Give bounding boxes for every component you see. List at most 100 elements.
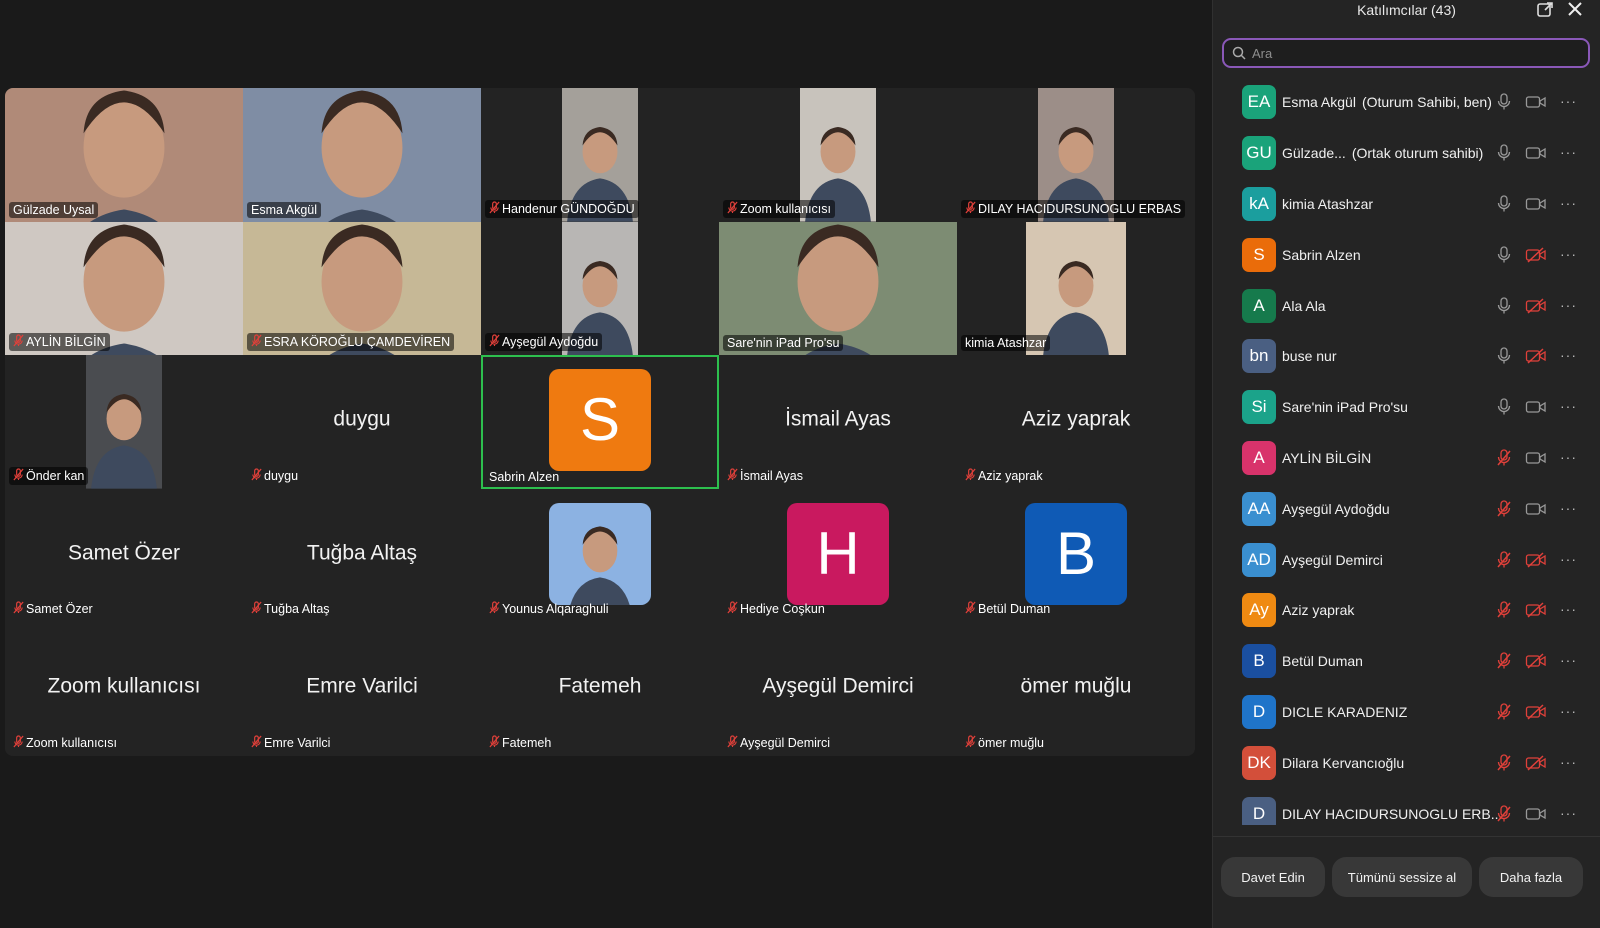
participants-panel: Katılımcılar (43) EAEsma Akgül(Oturum Sa… xyxy=(1212,0,1600,928)
participant-tile[interactable]: Esma Akgül xyxy=(243,88,481,222)
more-options-icon[interactable]: ··· xyxy=(1560,551,1577,567)
tile-name: Ayşegül Aydoğdu xyxy=(502,335,599,350)
participant-tile[interactable]: ömer muğlu ömer muğlu xyxy=(957,622,1195,756)
more-options-icon[interactable]: ··· xyxy=(1560,449,1577,465)
participant-name-text: Sare'nin iPad Pro'su xyxy=(1282,399,1408,416)
more-options-icon[interactable]: ··· xyxy=(1560,703,1577,719)
microphone-icon[interactable] xyxy=(1496,144,1512,162)
more-options-icon[interactable]: ··· xyxy=(1560,754,1577,770)
search-box[interactable] xyxy=(1222,38,1590,68)
participant-row[interactable]: AA Ayşegül Aydoğdu ··· xyxy=(1213,483,1600,534)
participant-row[interactable]: Ay Aziz yaprak ··· xyxy=(1213,585,1600,636)
participant-tile[interactable]: AYLİN BİLGİN xyxy=(5,221,243,356)
more-options-icon[interactable]: ··· xyxy=(1560,144,1577,160)
camera-off-icon[interactable] xyxy=(1525,704,1547,720)
participant-tile[interactable]: Tuğba Altaş Tuğba Altaş xyxy=(243,488,481,623)
participant-tile[interactable]: Gülzade Uysal xyxy=(5,88,243,222)
participant-tile[interactable]: ESRA KÖROĞLU ÇAMDEVİREN xyxy=(243,221,481,356)
camera-off-icon[interactable] xyxy=(1525,755,1547,771)
camera-off-icon[interactable] xyxy=(1525,552,1547,568)
camera-icon[interactable] xyxy=(1525,806,1547,822)
more-options-icon[interactable]: ··· xyxy=(1560,94,1577,110)
camera-off-icon[interactable] xyxy=(1525,348,1547,364)
camera-off-icon[interactable] xyxy=(1525,602,1547,618)
more-button[interactable]: Daha fazla xyxy=(1479,857,1583,897)
search-input[interactable] xyxy=(1252,45,1572,61)
participant-tile[interactable]: Samet Özer Samet Özer xyxy=(5,488,243,623)
participant-tile[interactable]: Younus Alqaraghuli xyxy=(481,488,719,623)
camera-off-icon[interactable] xyxy=(1525,247,1547,263)
microphone-icon[interactable] xyxy=(1496,296,1512,315)
participant-tile[interactable]: kimia Atashzar xyxy=(957,221,1195,356)
participant-row[interactable]: D DICLE KARADENIZ ··· xyxy=(1213,687,1600,738)
participant-tile[interactable]: S Sabrin Alzen xyxy=(481,355,719,489)
participant-avatar: EA xyxy=(1242,85,1276,120)
participant-name-text: Gülzade... xyxy=(1282,145,1346,162)
microphone-muted-icon[interactable] xyxy=(1496,703,1512,721)
participant-tile[interactable]: duygu duygu xyxy=(243,355,481,489)
camera-icon[interactable] xyxy=(1525,501,1547,517)
participant-tile[interactable]: DILAY HACIDURSUNOGLU ERBAS xyxy=(957,88,1195,222)
microphone-icon[interactable] xyxy=(1496,398,1512,416)
camera-icon[interactable] xyxy=(1525,94,1547,110)
participant-tile[interactable]: İsmail Ayas İsmail Ayas xyxy=(719,355,957,489)
microphone-muted-icon[interactable] xyxy=(1496,550,1512,569)
microphone-muted-icon[interactable] xyxy=(1496,500,1512,518)
microphone-muted-icon[interactable] xyxy=(1496,652,1512,670)
more-options-icon[interactable]: ··· xyxy=(1560,348,1577,364)
participant-row[interactable]: A Ala Ala ··· xyxy=(1213,280,1600,331)
more-options-icon[interactable]: ··· xyxy=(1560,297,1577,313)
microphone-icon[interactable] xyxy=(1496,195,1512,213)
participant-tile[interactable]: Zoom kullanıcısı xyxy=(719,88,957,222)
mic-muted-icon xyxy=(251,334,262,350)
participant-row[interactable]: A AYLİN BİLGİN ··· xyxy=(1213,433,1600,484)
microphone-muted-icon[interactable] xyxy=(1496,754,1512,772)
participant-tile[interactable]: B Betül Duman xyxy=(957,488,1195,623)
participant-row[interactable]: EA Esma Akgül (Oturum Sahibi, ben) ··· xyxy=(1213,77,1600,128)
camera-icon[interactable] xyxy=(1525,450,1547,466)
participant-row[interactable]: Si Sare'nin iPad Pro'su ··· xyxy=(1213,382,1600,433)
participant-tile[interactable]: Ayşegül Aydoğdu xyxy=(481,221,719,356)
participant-tile[interactable]: Zoom kullanıcısı Zoom kullanıcısı xyxy=(5,622,243,756)
participant-tile[interactable]: Ayşegül Demirci Ayşegül Demirci xyxy=(719,622,957,756)
mic-muted-icon xyxy=(727,200,738,217)
mute-all-button[interactable]: Tümünü sessize al xyxy=(1332,857,1472,897)
participant-row[interactable]: bn buse nur ··· xyxy=(1213,331,1600,382)
more-options-icon[interactable]: ··· xyxy=(1560,652,1577,668)
participant-tile[interactable]: Aziz yaprak Aziz yaprak xyxy=(957,355,1195,489)
participant-row[interactable]: DK Dilara Kervancıoğlu ··· xyxy=(1213,737,1600,788)
participant-row[interactable]: AD Ayşegül Demirci ··· xyxy=(1213,534,1600,585)
participant-tile[interactable]: Önder kan xyxy=(5,355,243,489)
video-feed xyxy=(72,355,176,489)
camera-off-icon[interactable] xyxy=(1525,298,1547,314)
participant-row[interactable]: D DILAY HACIDURSUNOGLU ERB... ··· xyxy=(1213,788,1600,825)
participant-row[interactable]: S Sabrin Alzen ··· xyxy=(1213,229,1600,280)
popout-icon[interactable] xyxy=(1536,1,1554,19)
camera-off-icon[interactable] xyxy=(1525,653,1547,669)
more-options-icon[interactable]: ··· xyxy=(1560,398,1577,414)
microphone-muted-icon[interactable] xyxy=(1496,804,1512,823)
close-icon[interactable] xyxy=(1566,0,1584,18)
more-options-icon[interactable]: ··· xyxy=(1560,805,1577,821)
participant-tile[interactable]: H Hediye Coşkun xyxy=(719,488,957,623)
camera-icon[interactable] xyxy=(1525,145,1547,161)
invite-button[interactable]: Davet Edin xyxy=(1221,857,1325,897)
more-options-icon[interactable]: ··· xyxy=(1560,602,1577,618)
microphone-muted-icon[interactable] xyxy=(1496,601,1512,619)
microphone-muted-icon[interactable] xyxy=(1496,449,1512,467)
microphone-icon[interactable] xyxy=(1496,347,1512,365)
participant-tile[interactable]: Fatemeh Fatemeh xyxy=(481,622,719,756)
participant-tile[interactable]: Sare'nin iPad Pro'su xyxy=(719,221,957,356)
camera-icon[interactable] xyxy=(1525,196,1547,212)
participant-row[interactable]: kA kimia Atashzar ··· xyxy=(1213,179,1600,230)
camera-icon[interactable] xyxy=(1525,399,1547,415)
participant-tile[interactable]: Emre Varilci Emre Varilci xyxy=(243,622,481,756)
more-options-icon[interactable]: ··· xyxy=(1560,500,1577,516)
participant-row[interactable]: GU Gülzade... (Ortak oturum sahibi) ··· xyxy=(1213,128,1600,179)
participant-tile[interactable]: Handenur GÜNDOĞDU xyxy=(481,88,719,222)
microphone-icon[interactable] xyxy=(1496,93,1512,111)
participant-row[interactable]: B Betül Duman ··· xyxy=(1213,636,1600,687)
microphone-icon[interactable] xyxy=(1496,246,1512,264)
more-options-icon[interactable]: ··· xyxy=(1560,195,1577,211)
more-options-icon[interactable]: ··· xyxy=(1560,246,1577,262)
